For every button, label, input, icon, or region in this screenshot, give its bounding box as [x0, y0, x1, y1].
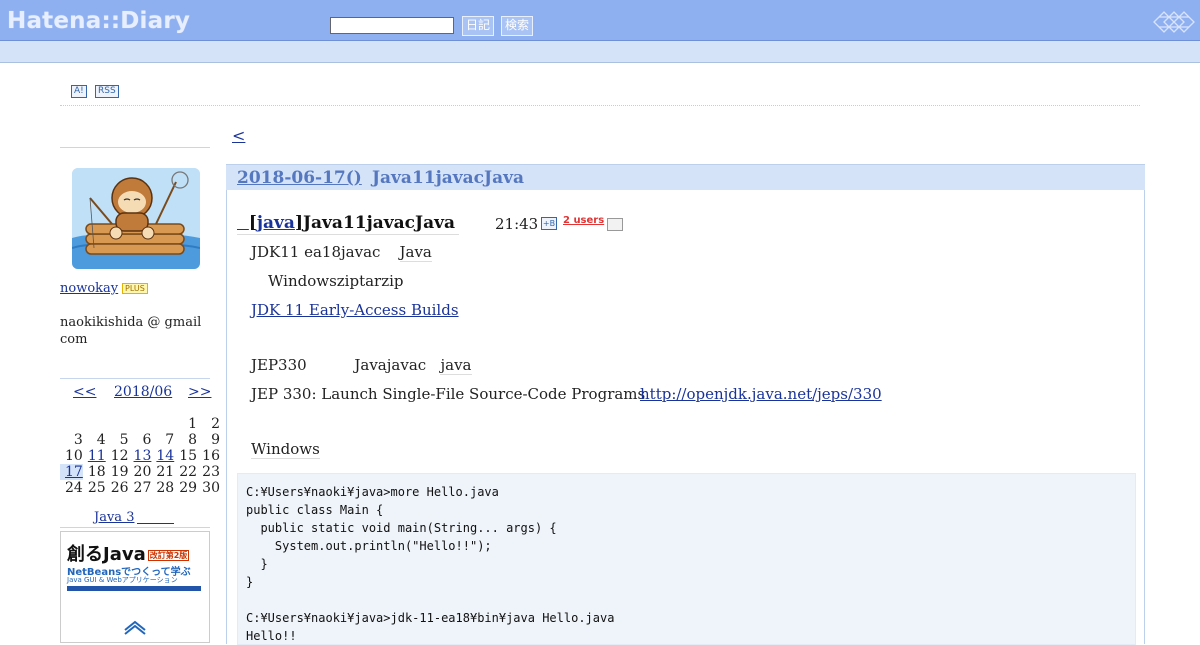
- calendar-week: 3456789: [60, 432, 220, 448]
- rss-button[interactable]: RSS: [95, 85, 119, 98]
- search-input[interactable]: [330, 17, 454, 34]
- calendar-day-link[interactable]: 11: [88, 448, 106, 464]
- calendar-day[interactable]: 13: [129, 448, 152, 464]
- calendar-day: 2: [211, 416, 220, 432]
- entry-time: 21:43: [495, 215, 539, 233]
- calendar-day: 16: [202, 448, 220, 464]
- add-bookmark-icon[interactable]: [607, 218, 623, 231]
- calendar-day[interactable]: 14: [151, 448, 174, 464]
- sidebar-book-link[interactable]: Java 3: [94, 509, 134, 526]
- calendar-day: 12: [110, 448, 129, 464]
- day-header: 2018-06-17() Java11javacJava: [226, 164, 1145, 190]
- calendar-day: 25: [87, 480, 106, 496]
- day-date-link[interactable]: 2018-06-17(): [237, 168, 362, 188]
- entry-paragraph-5: Windows: [251, 440, 320, 459]
- book-subtitle2: Java GUI & Webアプリケーション: [67, 576, 178, 584]
- keyword-java[interactable]: Java: [399, 243, 432, 262]
- calendar-day: 20: [133, 464, 152, 480]
- entry-paragraph-1: JDK11 ea18javac Java: [251, 243, 432, 262]
- calendar-day: 4: [96, 432, 106, 448]
- entry-paragraph-4: JEP 330: Launch Single-File Source-Code …: [251, 385, 646, 403]
- calendar-day: 9: [211, 432, 220, 448]
- profile-avatar[interactable]: [72, 168, 200, 269]
- header-divider: [60, 105, 1140, 106]
- calendar-week: 10 11 12 13 14 15 16: [60, 448, 220, 464]
- calendar-day: 15: [179, 448, 198, 464]
- calendar-day: 23: [202, 464, 220, 480]
- code-block: C:¥Users¥naoki¥java>more Hello.java publ…: [237, 473, 1136, 645]
- calendar-day: [106, 416, 129, 432]
- calendar-day: 26: [110, 480, 129, 496]
- section-anchor-link[interactable]: [237, 213, 249, 233]
- calendar-day: 7: [165, 432, 175, 448]
- book-divider: [60, 527, 210, 528]
- username-link[interactable]: nowokay: [60, 280, 118, 297]
- book-stripe: [67, 586, 201, 591]
- calendar-prev-link[interactable]: <<: [73, 384, 96, 400]
- calendar-day: [151, 416, 174, 432]
- entry-paragraph-3: JEP330 Javajavac java: [251, 356, 472, 375]
- jdk-ea-builds-link[interactable]: JDK 11 Early-Access Builds: [251, 301, 459, 320]
- calendar-day-link[interactable]: 13: [134, 448, 152, 464]
- book-logo-icon: [124, 620, 146, 635]
- calendar-day: 1: [188, 416, 198, 432]
- diary-button[interactable]: 日記: [462, 16, 495, 36]
- bookmark-users-link[interactable]: 2 users: [563, 215, 604, 226]
- calendar-week: 17 18 19 20 21 22 23: [60, 464, 220, 480]
- search-button[interactable]: 検索: [501, 16, 534, 36]
- calendar-day-link[interactable]: 17: [65, 464, 83, 480]
- calendar-day: [83, 416, 106, 432]
- calendar-day-link[interactable]: 14: [156, 448, 174, 464]
- calendar-month-link[interactable]: 2018/06: [114, 384, 172, 400]
- hatena-diary-logo[interactable]: Hatena::Diary: [7, 8, 190, 34]
- calendar-day: 19: [110, 464, 129, 480]
- entry-paragraph-2: Windowsziptarzip: [268, 272, 404, 290]
- top-header: Hatena::Diary 日記 検索: [0, 0, 1200, 41]
- jep330-link[interactable]: http://openjdk.java.net/jeps/330: [640, 385, 882, 404]
- calendar-day: 27: [133, 480, 152, 496]
- category-link[interactable]: java: [257, 213, 295, 233]
- prev-entry-link[interactable]: <: [232, 126, 245, 145]
- calendar-divider: [60, 378, 210, 379]
- sidebar-divider: [60, 147, 210, 148]
- calendar-day: [129, 416, 152, 432]
- calendar-day: 5: [119, 432, 129, 448]
- section-underline: [237, 234, 459, 235]
- calendar-grid: 1 2 3 4 5 6 7 8 9 10 11 12 13 14 15 16 17 18 19 20 21 22 23 24 2…: [60, 416, 220, 496]
- calendar-day: [60, 416, 83, 432]
- plus-badge: PLUS: [122, 283, 148, 294]
- book-cover[interactable]: 創るJava 改訂第2版 NetBeansでつくって学ぶ Java GUI & W…: [60, 531, 210, 643]
- calendar-day: 28: [156, 480, 175, 496]
- code-text: C:¥Users¥naoki¥java>more Hello.java publ…: [246, 485, 615, 643]
- calendar-day: 6: [142, 432, 152, 448]
- calendar-day: 24: [65, 480, 83, 496]
- calendar-day[interactable]: 17: [60, 464, 83, 480]
- avatar-illustration-icon: [72, 168, 200, 269]
- profile-email: naokikishida @ gmail com: [60, 315, 202, 347]
- calendar-day: 3: [73, 432, 83, 448]
- calendar-day: 21: [156, 464, 175, 480]
- sidebar-book-link-underline: [137, 523, 174, 524]
- calendar-day[interactable]: 11: [83, 448, 106, 464]
- sub-header-bar: [0, 41, 1200, 63]
- calendar-week: 24 25 26 27 28 29 30: [60, 480, 220, 496]
- calendar-next-link[interactable]: >>: [188, 384, 211, 400]
- calendar-day: 30: [202, 480, 220, 496]
- calendar-day: 22: [179, 464, 198, 480]
- section-title: [java]Java11javacJava: [237, 213, 455, 233]
- calendar-day: 18: [87, 464, 106, 480]
- calendar-day: 8: [188, 432, 198, 448]
- antenna-button[interactable]: A!: [71, 85, 87, 98]
- calendar-day: 10: [65, 448, 83, 464]
- hatena-mark-icon[interactable]: [1152, 9, 1196, 35]
- day-title: Java11javacJava: [372, 168, 524, 188]
- keyword-java-2[interactable]: java: [440, 356, 472, 375]
- calendar-week: 12: [60, 416, 220, 432]
- hatena-bookmark-icon[interactable]: +B: [541, 217, 557, 230]
- book-edition: 改訂第2版: [147, 549, 190, 561]
- calendar-day: 29: [179, 480, 198, 496]
